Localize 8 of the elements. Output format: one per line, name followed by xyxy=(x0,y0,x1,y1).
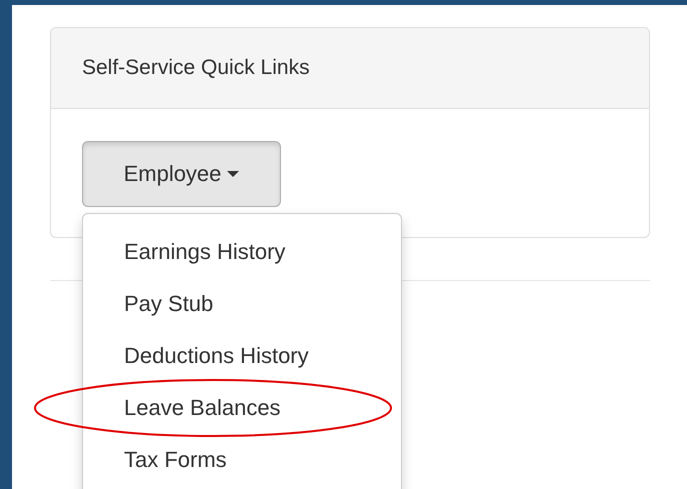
menu-item[interactable]: Earnings History xyxy=(83,226,401,278)
caret-icon xyxy=(227,171,240,177)
panel-title: Self-Service Quick Links xyxy=(82,56,310,80)
menu-item[interactable]: Pay Stub xyxy=(83,278,401,330)
menu-item[interactable]: Tax Forms xyxy=(83,434,401,486)
employee-dropdown-button[interactable]: Employee xyxy=(82,141,281,207)
menu-item[interactable]: Leave Balances xyxy=(83,382,401,434)
menu-item[interactable]: Deductions History xyxy=(83,330,401,382)
